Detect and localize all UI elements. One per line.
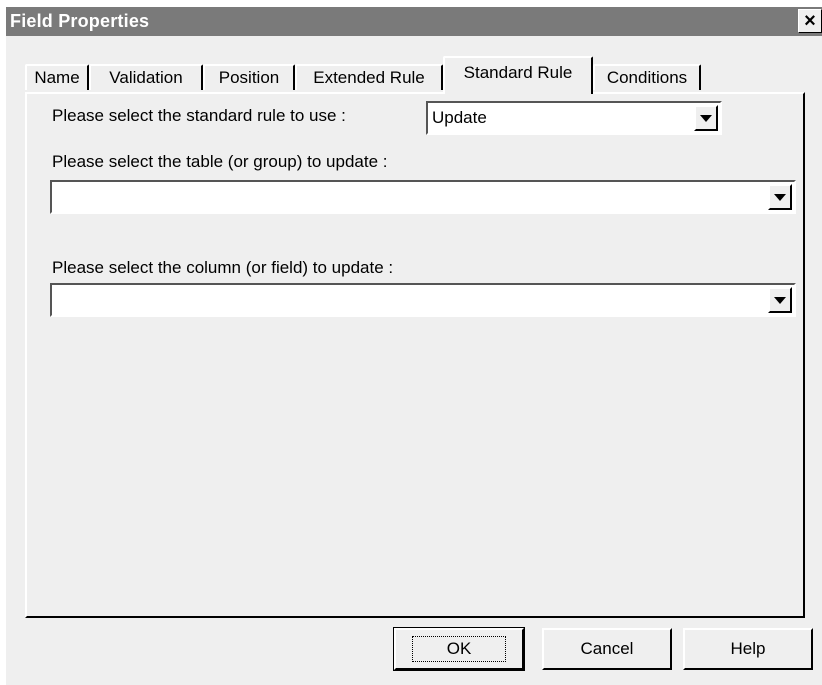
tab-extended-rule[interactable]: Extended Rule	[295, 64, 443, 90]
field-properties-dialog: Field Properties × Name Validation Posit…	[6, 0, 822, 685]
dialog-body: Name Validation Position Extended Rule S…	[6, 36, 822, 685]
rule-label: Please select the standard rule to use :	[52, 106, 346, 125]
tab-conditions[interactable]: Conditions	[593, 64, 701, 90]
standard-rule-panel: Please select the standard rule to use :…	[25, 92, 805, 618]
ok-button[interactable]: OK	[393, 627, 525, 671]
cancel-button[interactable]: Cancel	[542, 628, 672, 670]
column-label: Please select the column (or field) to u…	[52, 258, 394, 277]
ok-label: OK	[411, 636, 507, 662]
dropdown-arrow-button[interactable]	[768, 184, 792, 210]
chevron-down-icon	[700, 114, 712, 122]
tab-name[interactable]: Name	[25, 64, 89, 90]
dropdown-arrow-button[interactable]	[694, 105, 718, 131]
chevron-down-icon	[774, 193, 786, 201]
standard-rule-select[interactable]: Update	[426, 101, 722, 135]
help-label: Help	[730, 639, 766, 658]
dropdown-arrow-button[interactable]	[768, 287, 792, 313]
standard-rule-value: Update	[432, 108, 487, 127]
window-title: Field Properties	[10, 11, 150, 31]
chevron-down-icon	[774, 296, 786, 304]
help-button[interactable]: Help	[683, 628, 813, 670]
table-select[interactable]	[50, 180, 796, 214]
tab-validation[interactable]: Validation	[89, 64, 203, 90]
close-button[interactable]: ×	[798, 9, 822, 33]
tab-standard-rule[interactable]: Standard Rule	[443, 56, 593, 94]
cancel-label: Cancel	[580, 639, 634, 658]
tab-position[interactable]: Position	[203, 64, 295, 90]
table-label: Please select the table (or group) to up…	[52, 152, 388, 171]
title-bar: Field Properties ×	[6, 7, 822, 36]
close-icon: ×	[804, 10, 816, 32]
column-select[interactable]	[50, 283, 796, 317]
